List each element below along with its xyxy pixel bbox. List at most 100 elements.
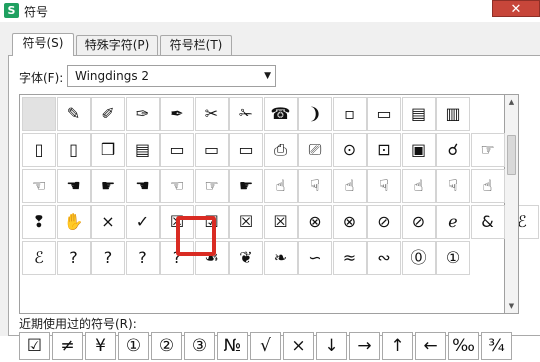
symbol-cell[interactable]: ? xyxy=(56,241,91,275)
scroll-thumb[interactable] xyxy=(507,135,516,175)
recent-symbols-label: 近期使用过的符号(R): xyxy=(19,317,137,331)
scroll-up-arrow-icon[interactable]: ▲ xyxy=(505,96,518,108)
window-title: 符号 xyxy=(24,5,49,19)
symbol-cell[interactable]: ⊘ xyxy=(367,205,401,239)
recent-symbols-row: ☑ ≠ ¥ ① ② ③ № √ × ↓ → ↑ ← ‰ ¾ xyxy=(19,332,517,362)
recent-symbol-cell[interactable]: ¥ xyxy=(85,332,116,360)
recent-symbol-cell[interactable]: ② xyxy=(151,332,182,360)
recent-symbol-cell[interactable]: № xyxy=(217,332,248,360)
symbol-cell[interactable]: ⊡ xyxy=(367,133,401,167)
symbols-panel: 字体(F): Wingdings 2 ▼ ✎ ✐ ✑ ✒ ✂ ✁ ☎ ❩ ▫ ▭ ▤ ▥ ▯ ▯ ❒ ▤ ▭ ▭ ▭… xyxy=(8,55,540,360)
app-logo-icon: S xyxy=(4,3,19,18)
symbol-cell[interactable]: ▥ xyxy=(436,97,470,131)
font-dropdown[interactable]: Wingdings 2 ▼ xyxy=(67,65,276,87)
symbol-cell[interactable]: ⊙ xyxy=(332,133,367,167)
symbol-cell[interactable]: ⎚ xyxy=(298,133,332,167)
symbol-cell[interactable]: ☚ xyxy=(56,169,91,203)
symbol-cell[interactable]: ℯ xyxy=(436,205,470,239)
symbol-cell[interactable]: ☛ xyxy=(229,169,263,203)
symbol-cell[interactable]: ❩ xyxy=(298,97,332,131)
symbol-cell[interactable]: ❦ xyxy=(229,241,263,275)
tab-special-characters[interactable]: 特殊字符(P) xyxy=(76,35,158,55)
symbol-cell[interactable]: × xyxy=(91,205,125,239)
close-button[interactable]: ✕ xyxy=(492,0,540,17)
symbol-cell[interactable]: ✁ xyxy=(229,97,263,131)
recent-symbol-cell[interactable]: ← xyxy=(415,332,446,360)
symbol-cell[interactable]: ☟ xyxy=(367,169,401,203)
symbol-cell[interactable]: ☟ xyxy=(436,169,470,203)
selected-symbol-highlight xyxy=(176,216,216,256)
symbol-cell[interactable]: ▭ xyxy=(229,133,263,167)
symbol-cell[interactable]: ⎙ xyxy=(263,133,298,167)
recent-symbol-cell[interactable]: ↑ xyxy=(382,332,413,360)
grid-scrollbar[interactable]: ▲ ▼ xyxy=(505,94,519,314)
symbol-cell[interactable] xyxy=(22,97,56,131)
symbol-cell[interactable]: ▯ xyxy=(22,133,56,167)
symbol-cell[interactable]: & xyxy=(470,205,505,239)
symbol-cell[interactable]: ⊗ xyxy=(332,205,367,239)
font-dropdown-value: Wingdings 2 xyxy=(75,69,150,83)
symbol-cell[interactable]: ☌ xyxy=(436,133,470,167)
symbol-cell[interactable]: ✂ xyxy=(194,97,229,131)
symbol-cell[interactable]: ☟ xyxy=(298,169,332,203)
symbol-cell[interactable]: ☜ xyxy=(160,169,194,203)
symbol-cell[interactable]: ✓ xyxy=(125,205,160,239)
symbol-cell[interactable]: ▤ xyxy=(401,97,436,131)
symbol-cell[interactable]: ❢ xyxy=(22,205,56,239)
symbol-cell[interactable]: ∽ xyxy=(298,241,332,275)
symbol-cell[interactable]: ⊗ xyxy=(298,205,332,239)
recent-symbol-cell[interactable]: × xyxy=(283,332,314,360)
tab-symbol-bar[interactable]: 符号栏(T) xyxy=(160,35,232,55)
symbol-cell[interactable]: ✎ xyxy=(56,97,91,131)
symbol-cell[interactable]: ⓪ xyxy=(401,241,436,275)
symbol-cell[interactable]: ∾ xyxy=(367,241,401,275)
recent-symbol-cell[interactable]: ↓ xyxy=(316,332,347,360)
title-bar: S 符号 ✕ xyxy=(0,0,540,22)
symbol-cell[interactable]: ? xyxy=(125,241,160,275)
symbol-cell[interactable]: ☎ xyxy=(263,97,298,131)
recent-symbol-cell[interactable]: √ xyxy=(250,332,281,360)
symbol-cell[interactable]: ☒ xyxy=(229,205,263,239)
recent-symbol-cell[interactable]: ③ xyxy=(184,332,215,360)
symbol-cell[interactable]: ▫ xyxy=(332,97,367,131)
symbol-cell[interactable]: ℰ xyxy=(22,241,56,275)
symbol-cell[interactable]: ⊘ xyxy=(401,205,436,239)
symbol-cell[interactable]: ☛ xyxy=(91,169,125,203)
scroll-down-arrow-icon[interactable]: ▼ xyxy=(505,300,518,312)
symbol-cell[interactable]: ☞ xyxy=(470,133,505,167)
symbol-cell[interactable]: ☝ xyxy=(263,169,298,203)
symbol-cell[interactable]: ? xyxy=(91,241,125,275)
symbol-grid: ✎ ✐ ✑ ✒ ✂ ✁ ☎ ❩ ▫ ▭ ▤ ▥ ▯ ▯ ❒ ▤ ▭ ▭ ▭ ⎙ ⎚ ⊙ ⊡ ▣ ☌ ☞ ☜ ☚ ☛ ☚ ☜ ☞ ☛ ☝ ☟ ☝ ☟ ☝ ☟ ☝… xyxy=(19,94,539,314)
symbol-cell[interactable]: ☜ xyxy=(22,169,56,203)
symbol-cell[interactable]: ☒ xyxy=(263,205,298,239)
symbol-cell[interactable]: ✒ xyxy=(160,97,194,131)
tab-symbols[interactable]: 符号(S) xyxy=(12,33,74,56)
recent-symbol-cell[interactable]: ‰ xyxy=(448,332,479,360)
symbol-dialog: 符号(S) 特殊字符(P) 符号栏(T) 字体(F): Wingdings 2 … xyxy=(0,22,540,360)
symbol-cell[interactable]: ≈ xyxy=(332,241,367,275)
symbol-cell[interactable]: ▣ xyxy=(401,133,436,167)
symbol-cell[interactable]: ☞ xyxy=(194,169,229,203)
symbol-cell[interactable]: ✑ xyxy=(125,97,160,131)
chevron-down-icon: ▼ xyxy=(264,71,271,81)
symbol-cell[interactable]: ☝ xyxy=(332,169,367,203)
recent-symbol-cell[interactable]: → xyxy=(349,332,380,360)
symbol-cell[interactable]: ☝ xyxy=(470,169,505,203)
recent-symbol-cell[interactable]: ≠ xyxy=(52,332,83,360)
symbol-cell[interactable]: ☝ xyxy=(401,169,436,203)
recent-symbol-cell[interactable]: ☑ xyxy=(19,332,50,360)
symbol-cell[interactable]: ☚ xyxy=(125,169,160,203)
symbol-cell[interactable]: ▭ xyxy=(194,133,229,167)
symbol-cell[interactable]: ❧ xyxy=(263,241,298,275)
symbol-cell[interactable]: ① xyxy=(436,241,470,275)
font-label: 字体(F): xyxy=(19,71,64,85)
recent-symbol-cell[interactable]: ① xyxy=(118,332,149,360)
symbol-cell[interactable]: ▭ xyxy=(160,133,194,167)
symbol-cell[interactable]: ✐ xyxy=(91,97,125,131)
symbol-cell[interactable]: ✋ xyxy=(56,205,91,239)
symbol-cell[interactable]: ❒ xyxy=(91,133,125,167)
symbol-cell[interactable]: ▭ xyxy=(367,97,401,131)
recent-symbol-cell[interactable]: ¾ xyxy=(481,332,512,360)
symbol-cell[interactable]: ▤ xyxy=(125,133,160,167)
symbol-cell[interactable]: ▯ xyxy=(56,133,91,167)
